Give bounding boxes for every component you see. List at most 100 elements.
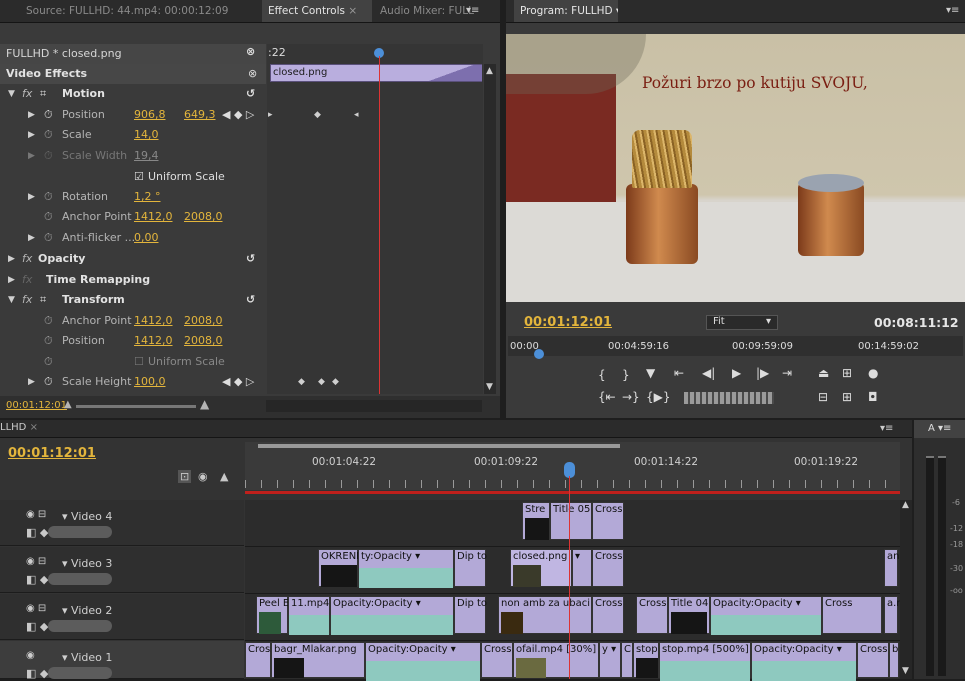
scroll-up-icon[interactable]: ▲ <box>486 66 493 76</box>
timeline-clip[interactable]: stop <box>633 642 659 678</box>
reset-icon[interactable]: ↺ <box>246 84 255 104</box>
keyframe-nav[interactable] <box>48 573 112 585</box>
scale-height-value[interactable]: 100,0 <box>134 372 166 392</box>
timeline-clip[interactable]: Cross <box>592 549 624 587</box>
stopwatch-icon[interactable]: ⏱ <box>44 311 53 331</box>
timeline-clip[interactable]: Opacity:Opacity ▾ <box>751 642 857 681</box>
close-icon[interactable]: × <box>30 422 38 433</box>
timeline-clip[interactable]: Dip to <box>454 549 487 587</box>
mark-out-icon[interactable]: } <box>622 368 630 382</box>
timeline-tab[interactable]: LLHD × <box>0 422 38 433</box>
zoom-out-icon[interactable]: ▲ <box>64 399 72 410</box>
mark-in-icon[interactable]: { <box>598 368 606 382</box>
timeline-clip[interactable]: an <box>884 549 899 587</box>
timeline-clip[interactable]: b <box>889 642 899 678</box>
camera-icon[interactable]: ◘ <box>868 390 878 404</box>
panel-menu-icon[interactable]: ▾≡ <box>466 5 479 16</box>
expand-icon[interactable]: ▶ <box>28 372 35 392</box>
timeline-clip[interactable]: Opacity:Opacity ▾ <box>365 642 481 681</box>
timeline-clip[interactable]: Title 04 <box>668 596 710 634</box>
keyframe-nav-icon[interactable]: ◀ ◆ ▷ <box>222 372 254 392</box>
program-playhead-icon[interactable] <box>534 349 544 359</box>
marker-icon[interactable]: ▼ <box>646 366 655 380</box>
keyframe-nav-icon[interactable]: ◀ ◆ ▷ <box>222 105 254 125</box>
panel-menu-icon[interactable]: ▾≡ <box>880 423 893 434</box>
reset-effects-icon[interactable]: ⊗ <box>248 64 257 84</box>
timeline-clip[interactable]: Cross <box>636 596 668 634</box>
keyframe-nav[interactable] <box>48 526 112 538</box>
expand-icon[interactable]: ▶ <box>28 125 35 145</box>
keyframe-toggle-icon[interactable]: ◧ ◆ <box>26 620 48 633</box>
shuttle-slider[interactable] <box>684 392 774 404</box>
anchor-x-value[interactable]: 1412,0 <box>134 207 173 227</box>
loop-icon[interactable]: {▶} <box>646 390 671 404</box>
position-x-value[interactable]: 906,8 <box>134 105 166 125</box>
expand-icon[interactable]: ▶ <box>8 270 15 290</box>
export-frame-icon[interactable]: ⊟ <box>818 390 828 404</box>
keyframe-icon[interactable]: ◆ <box>314 110 321 120</box>
eye-icon[interactable]: ◉ ⊟ <box>26 556 46 567</box>
reset-icon[interactable]: ↺ <box>246 290 255 310</box>
timeline-clip[interactable]: 11.mp4 <box>288 596 330 635</box>
output-icon[interactable]: ⊞ <box>842 390 852 404</box>
expand-icon[interactable]: ▼ <box>8 290 15 310</box>
position-x-value[interactable]: 1412,0 <box>134 331 173 351</box>
anchor-x-value[interactable]: 1412,0 <box>134 311 173 331</box>
timeline-clip[interactable]: Cross <box>245 642 275 678</box>
marker-icon[interactable]: ◉ <box>198 470 208 483</box>
trim-icon[interactable]: ● <box>868 366 878 380</box>
stopwatch-icon[interactable]: ⏱ <box>44 352 53 372</box>
go-to-prev-edit-icon[interactable]: {⇤ <box>598 390 616 404</box>
uniform-scale-checkbox[interactable]: ☐ <box>134 352 144 372</box>
stopwatch-icon[interactable]: ⏱ <box>44 105 53 125</box>
timeline-clip[interactable]: Cross <box>592 502 624 540</box>
motion-header[interactable]: ▼ fx ⌗ Motion ↺ <box>0 84 266 104</box>
tab-program[interactable]: Program: FULLHD ▾ <box>514 0 618 22</box>
track-header-video-3[interactable]: ◉ ⊟ ▾ Video 3 ◧ ◆ <box>0 547 244 593</box>
timeline-clip[interactable]: Cross <box>481 642 513 678</box>
scale-value[interactable]: 14,0 <box>134 125 159 145</box>
expand-icon[interactable]: ▶ <box>28 105 35 125</box>
timeline-clip[interactable]: bagr_Mlakar.png <box>271 642 365 678</box>
stopwatch-icon[interactable]: ⏱ <box>44 125 53 145</box>
tab-effect-controls[interactable]: Effect Controls × <box>262 0 372 22</box>
keyframe-toggle-icon[interactable]: ◧ ◆ <box>26 573 48 586</box>
timeline-vscroll[interactable] <box>900 500 912 679</box>
expand-icon[interactable]: ▶ <box>28 146 35 166</box>
keyframe-nav[interactable] <box>48 667 112 679</box>
stopwatch-icon[interactable]: ⏱ <box>44 207 53 227</box>
eye-icon[interactable]: ◉ ⊟ <box>26 509 46 520</box>
step-forward-icon[interactable]: |▶ <box>756 366 769 380</box>
keyframe-icon[interactable]: ◆ <box>298 377 305 387</box>
tab-source[interactable]: Source: FULLHD: 44.mp4: 00:00:12:09 <box>20 0 256 22</box>
keyframe-icon[interactable]: ◆ <box>318 377 325 387</box>
keyframe-icon[interactable]: ▸ <box>268 110 273 120</box>
stopwatch-icon[interactable]: ⏱ <box>44 187 53 207</box>
timeline-clip[interactable]: Cross <box>857 642 889 678</box>
timeline-clip[interactable]: OKRENI NA <box>318 549 377 587</box>
expand-icon[interactable]: ▶ <box>28 187 35 207</box>
snap-icon[interactable]: ⊡ <box>178 470 192 483</box>
timeline-clip[interactable]: y ▾ <box>599 642 621 678</box>
track-header-video-4[interactable]: ◉ ⊟ ▾ Video 4 ◧ ◆ <box>0 500 244 546</box>
scroll-down-icon[interactable]: ▼ <box>486 382 493 392</box>
reset-icon[interactable]: ↺ <box>246 249 255 269</box>
scroll-down-icon[interactable]: ▼ <box>902 666 909 676</box>
anchor-y-value[interactable]: 2008,0 <box>184 311 223 331</box>
timeline-clip[interactable]: Stre <box>522 502 550 540</box>
expand-icon[interactable]: ▶ <box>28 228 35 248</box>
timeline-clip[interactable]: stop.mp4 [500%] <box>659 642 751 681</box>
audio-meter-tab[interactable]: A ▾≡ <box>914 420 965 438</box>
eye-icon[interactable]: ◉ <box>26 650 35 661</box>
play-icon[interactable]: ▶ <box>732 366 741 380</box>
timeline-clip[interactable]: ty:Opacity ▾ <box>358 549 454 588</box>
stopwatch-icon[interactable]: ⏱ <box>44 228 53 248</box>
go-to-out-icon[interactable]: ⇥ <box>782 366 792 380</box>
extract-icon[interactable]: ⊞ <box>842 366 852 380</box>
timeline-clip[interactable]: ▾ <box>572 549 592 587</box>
anchor-y-value[interactable]: 2008,0 <box>184 207 223 227</box>
ec-hscroll[interactable] <box>266 400 482 412</box>
timeline-clip[interactable]: closed.png <box>510 549 572 587</box>
uniform-scale-checkbox[interactable]: ☑ <box>134 167 144 187</box>
eye-icon[interactable]: ◉ ⊟ <box>26 603 46 614</box>
